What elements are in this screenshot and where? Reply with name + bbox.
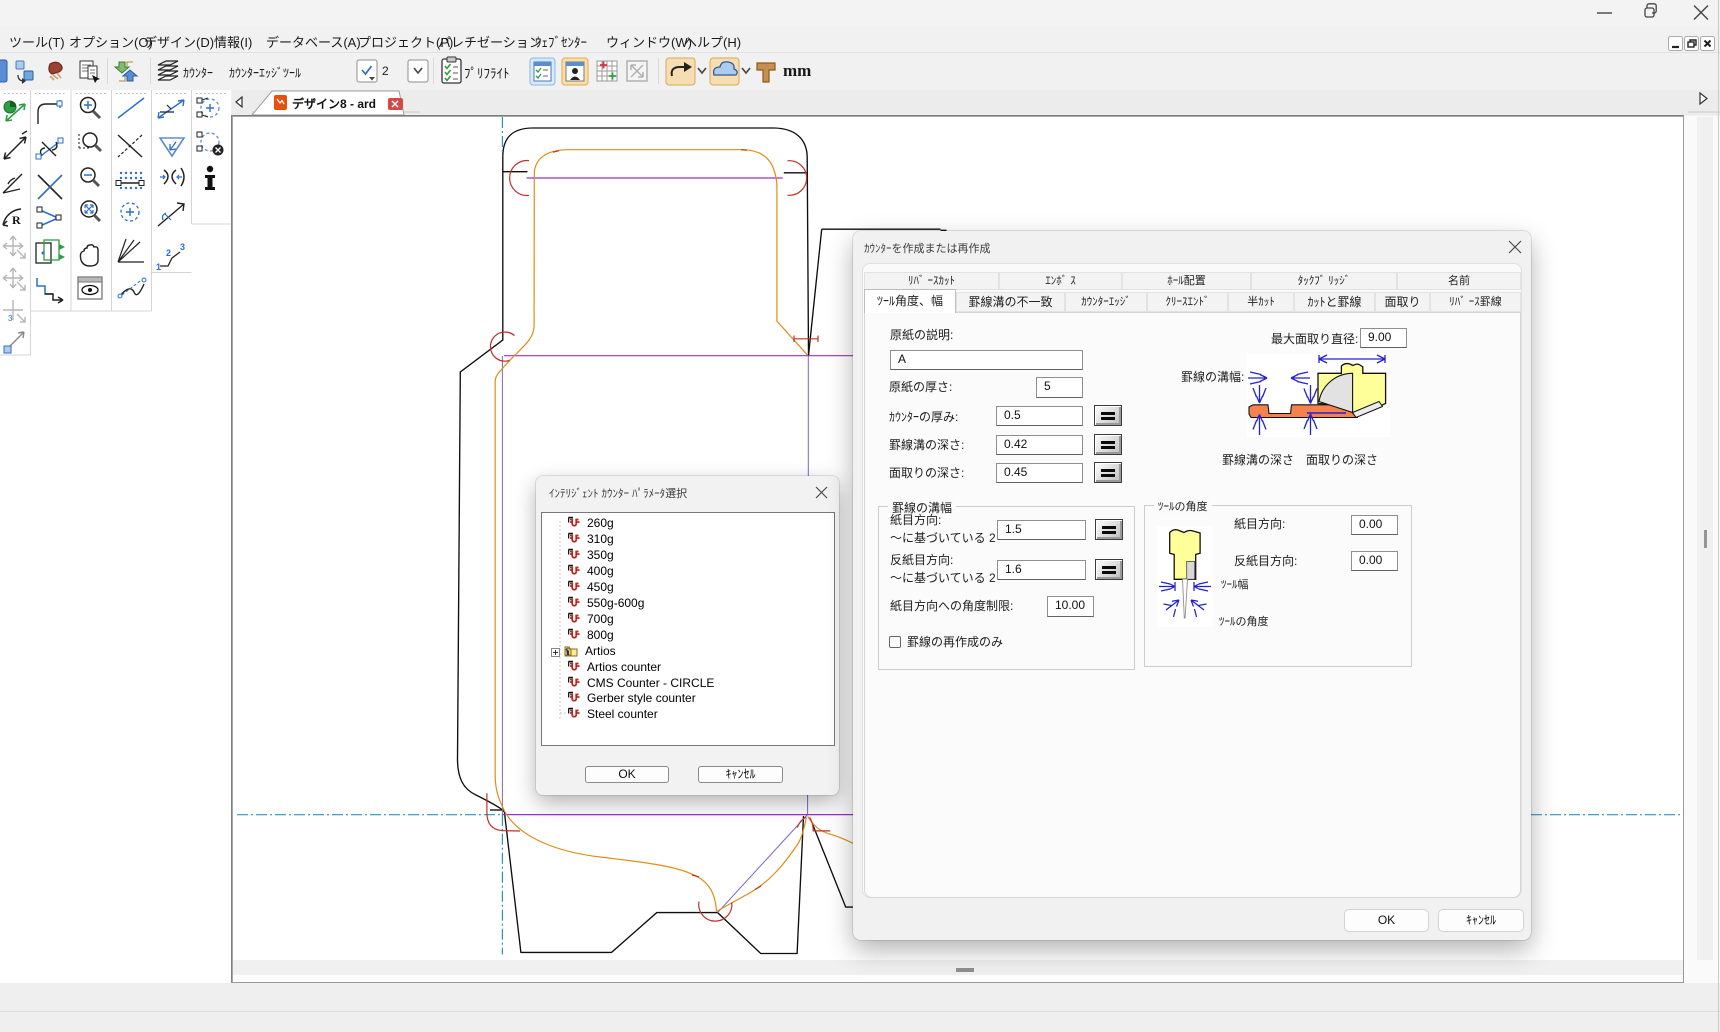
svg-text:2: 2: [166, 248, 171, 258]
svg-text:R: R: [12, 213, 21, 227]
svg-text:3: 3: [8, 314, 13, 323]
svg-text:1: 1: [156, 262, 161, 272]
svg-text:3: 3: [180, 242, 185, 252]
